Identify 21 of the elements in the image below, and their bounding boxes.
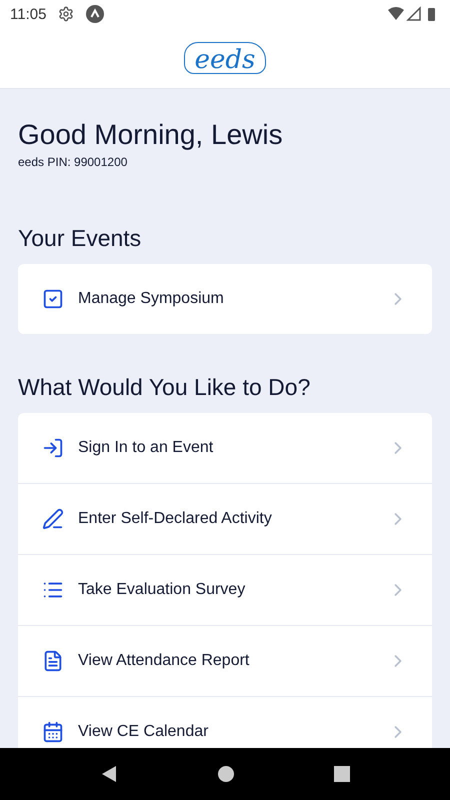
sign-in-icon [42, 437, 64, 459]
menu-item[interactable]: View Attendance Report [18, 625, 432, 696]
section-title: What Would You Like to Do? [18, 374, 312, 401]
pencil-icon [42, 508, 64, 530]
checkbox-icon [42, 288, 64, 310]
overview-icon[interactable] [334, 766, 350, 782]
document-icon [42, 650, 64, 672]
calendar-icon [42, 721, 64, 743]
menu-item[interactable]: Manage Symposium [18, 264, 432, 334]
section-title: Your Events [18, 225, 142, 252]
pin-text: eeds PIN: 99001200 [18, 155, 128, 169]
menu-item[interactable]: Sign In to an Event [18, 413, 432, 483]
clock: 11:05 [10, 6, 46, 22]
settings-icon [58, 6, 74, 22]
logo: eeds [184, 42, 266, 74]
menu-item[interactable]: Take Evaluation Survey [18, 554, 432, 625]
greeting: Good Morning, Lewis [18, 119, 284, 151]
app-icon [86, 5, 104, 23]
home-icon[interactable] [216, 765, 235, 783]
back-icon[interactable] [100, 765, 118, 783]
menu-item[interactable]: Enter Self-Declared Activity [18, 483, 432, 554]
